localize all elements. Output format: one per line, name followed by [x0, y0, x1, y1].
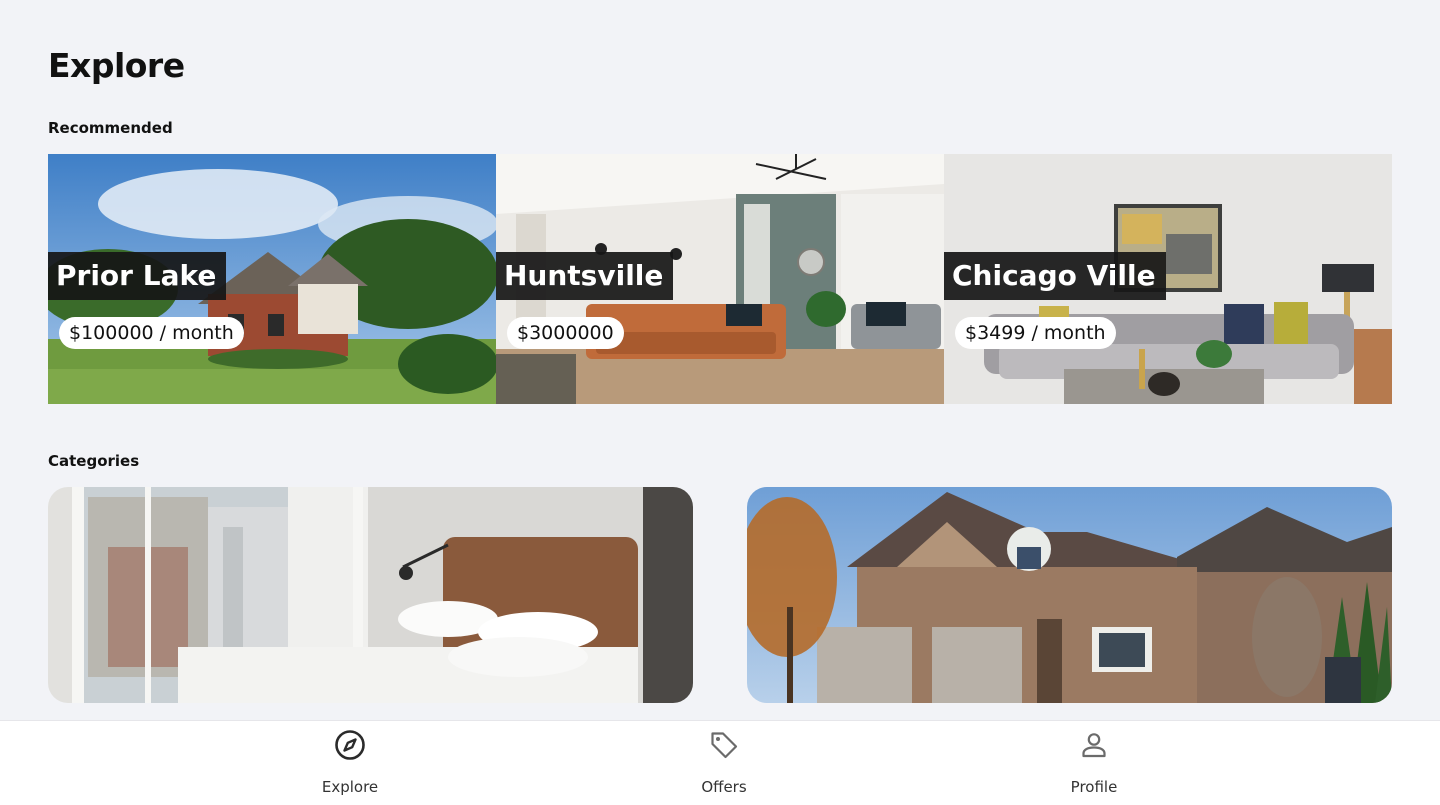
recommended-carousel: Prior Lake $100000 / month Huntsville $3…: [48, 154, 1392, 404]
categories-heading: Categories: [48, 452, 140, 470]
property-price: $3499 / month: [955, 317, 1116, 349]
recommended-heading: Recommended: [48, 119, 173, 137]
nav-label: Profile: [1070, 778, 1118, 796]
user-icon: [1082, 733, 1106, 758]
nav-item-offers[interactable]: Offers: [644, 721, 804, 805]
nav-label: Offers: [701, 778, 747, 796]
recommended-card-prior-lake[interactable]: Prior Lake $100000 / month: [48, 154, 496, 404]
nav-item-explore[interactable]: Explore: [270, 721, 430, 805]
property-name: Huntsville: [496, 252, 674, 300]
property-name: Chicago Ville: [944, 252, 1166, 300]
category-card-bedroom[interactable]: [48, 487, 693, 703]
page-title: Explore: [48, 46, 185, 85]
nav-item-profile[interactable]: Profile: [1014, 721, 1174, 805]
explore-page: Explore Recommended Prior Lake $100000 /…: [0, 0, 1440, 805]
house-exterior-photo: [747, 487, 1392, 703]
tag-icon: [711, 732, 738, 759]
recommended-card-chicago-ville[interactable]: Chicago Ville $3499 / month: [944, 154, 1392, 404]
property-price: $100000 / month: [59, 317, 244, 349]
nav-label: Explore: [321, 778, 379, 796]
property-price: $3000000: [507, 317, 624, 349]
category-card-house[interactable]: [747, 487, 1392, 703]
bottom-navigation: Explore Offers Profile: [0, 720, 1440, 805]
recommended-card-huntsville[interactable]: Huntsville $3000000: [496, 154, 944, 404]
bedroom-photo: [48, 487, 693, 703]
property-name: Prior Lake: [48, 252, 227, 300]
compass-icon: [335, 730, 365, 760]
